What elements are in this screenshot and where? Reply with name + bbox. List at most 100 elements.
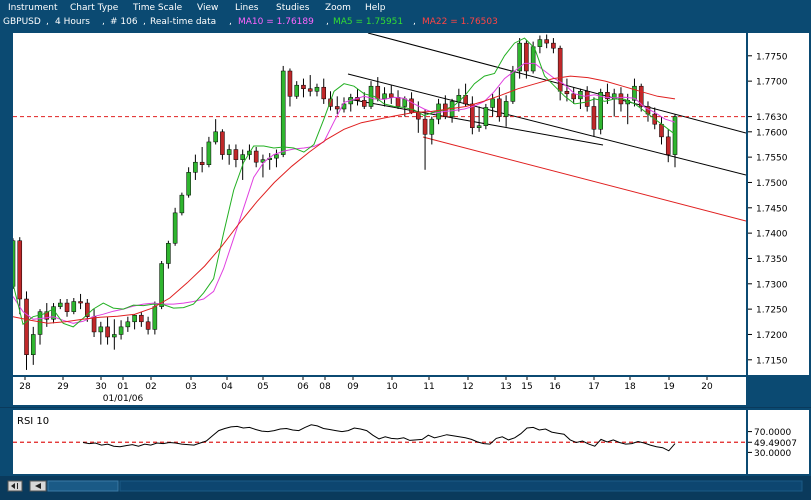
menu-time-scale[interactable]: Time Scale — [133, 3, 182, 13]
menu-zoom[interactable]: Zoom — [325, 3, 351, 13]
candle-body — [503, 101, 509, 117]
price-tick-label: 1.7200 — [756, 331, 788, 341]
candle — [422, 109, 428, 170]
price-axis: 1.7750 1.7700 1.7630 1.7600 1.7550 1.7500 1.74… — [748, 52, 788, 366]
candle — [78, 293, 83, 310]
candle-body — [213, 131, 218, 143]
candle — [253, 147, 259, 168]
candle — [118, 320, 124, 340]
menu-help[interactable]: Help — [365, 3, 386, 13]
candle — [537, 35, 543, 54]
candle — [64, 299, 70, 317]
candle-body — [321, 86, 327, 100]
candle — [591, 97, 597, 137]
candle — [206, 136, 212, 168]
candle — [58, 299, 63, 310]
candle-body — [240, 154, 245, 160]
candle — [476, 106, 482, 132]
price-tick-label: 1.7450 — [756, 204, 788, 214]
time-tick-label: 16 — [549, 382, 561, 392]
info-bar: GBPUSD , 4 Hours , # 106 , Real-time dat… — [0, 15, 811, 29]
time-tick-label: 29 — [57, 382, 69, 392]
scrollbar-thumb[interactable] — [47, 480, 119, 492]
candle — [287, 68, 293, 107]
candle-body — [199, 161, 205, 165]
time-axis: 28 29 30 01 02 03 04 05 06 08 09 10 11 12 13 15 16 17 18 19… — [19, 377, 713, 404]
candle-body — [557, 47, 563, 92]
candle — [233, 144, 239, 168]
candle-body — [253, 150, 259, 163]
scrollbar[interactable] — [0, 476, 811, 496]
candle-body — [172, 212, 178, 244]
candle-body — [598, 92, 603, 130]
separator: , — [102, 17, 105, 27]
time-tick-label: 13 — [500, 382, 511, 392]
candle-body — [294, 84, 299, 97]
time-axis-panel: 28 29 30 01 02 03 04 05 06 08 09 10 11 12 13 15 16 17 18 19… — [13, 377, 746, 405]
candle-body — [152, 306, 158, 330]
rsi-chart[interactable]: RSI 10 — [13, 410, 746, 474]
candle — [274, 149, 279, 168]
candle — [665, 129, 671, 163]
candle-body — [564, 91, 570, 95]
candle-body — [551, 42, 556, 49]
candle-body — [307, 88, 313, 92]
candle — [105, 316, 110, 345]
candle — [294, 81, 299, 99]
candle — [199, 147, 205, 173]
candle-body — [483, 107, 489, 126]
ma22-line — [12, 75, 676, 324]
candle-body — [524, 42, 529, 72]
candle — [301, 78, 306, 98]
candle-body — [280, 70, 286, 155]
candle — [361, 92, 367, 109]
candle-body — [274, 154, 279, 159]
menu-instrument[interactable]: Instrument — [8, 3, 58, 13]
rsi-frame: RSI 10 70.0000 49.49007 30.0000 — [0, 408, 811, 476]
candle-body — [24, 298, 29, 355]
candle-body — [139, 314, 144, 323]
candle-body — [233, 149, 239, 160]
price-chart-panel[interactable] — [10, 32, 747, 375]
candle — [98, 321, 104, 345]
candle-body — [17, 240, 23, 300]
candle-body — [287, 70, 293, 97]
time-tick-label: 12 — [462, 382, 473, 392]
time-tick-label: 08 — [319, 382, 331, 392]
candle-body — [490, 98, 495, 108]
price-chart[interactable] — [10, 32, 747, 375]
candle-body — [334, 106, 340, 110]
candle — [17, 237, 23, 315]
menu-view[interactable]: View — [197, 3, 218, 13]
menu-lines[interactable]: Lines — [235, 3, 258, 13]
candle — [30, 326, 36, 365]
rsi-title: RSI 10 — [17, 416, 49, 427]
candle-body — [429, 118, 435, 135]
candle-body — [361, 100, 367, 107]
candle — [280, 65, 286, 158]
candle — [307, 75, 313, 97]
candle-body — [497, 98, 502, 117]
rsi-line — [82, 424, 676, 452]
candle-body — [584, 91, 590, 107]
time-tick-label: 10 — [386, 382, 398, 392]
price-tick-label: 1.7630 — [756, 113, 788, 123]
middle-channel-line — [347, 73, 747, 176]
rsi-axis: 70.000049.4900730.0000 — [748, 428, 797, 459]
candle-body — [591, 106, 597, 130]
candle-body — [91, 316, 97, 333]
price-tick-label: 1.7500 — [756, 179, 788, 189]
bottom-bar — [0, 476, 811, 496]
candle-body — [571, 93, 576, 100]
candle — [112, 319, 117, 350]
time-tick-label: 09 — [347, 382, 359, 392]
scrollbar-track[interactable] — [119, 480, 803, 492]
candle — [166, 240, 171, 269]
time-tick-label: 06 — [297, 382, 309, 392]
candle — [395, 90, 401, 109]
candle-body — [118, 326, 124, 335]
menu-studies[interactable]: Studies — [276, 3, 309, 13]
menu-chart-type[interactable]: Chart Type — [70, 3, 118, 13]
candle — [551, 38, 556, 54]
rsi-panel[interactable]: RSI 10 — [13, 410, 746, 474]
